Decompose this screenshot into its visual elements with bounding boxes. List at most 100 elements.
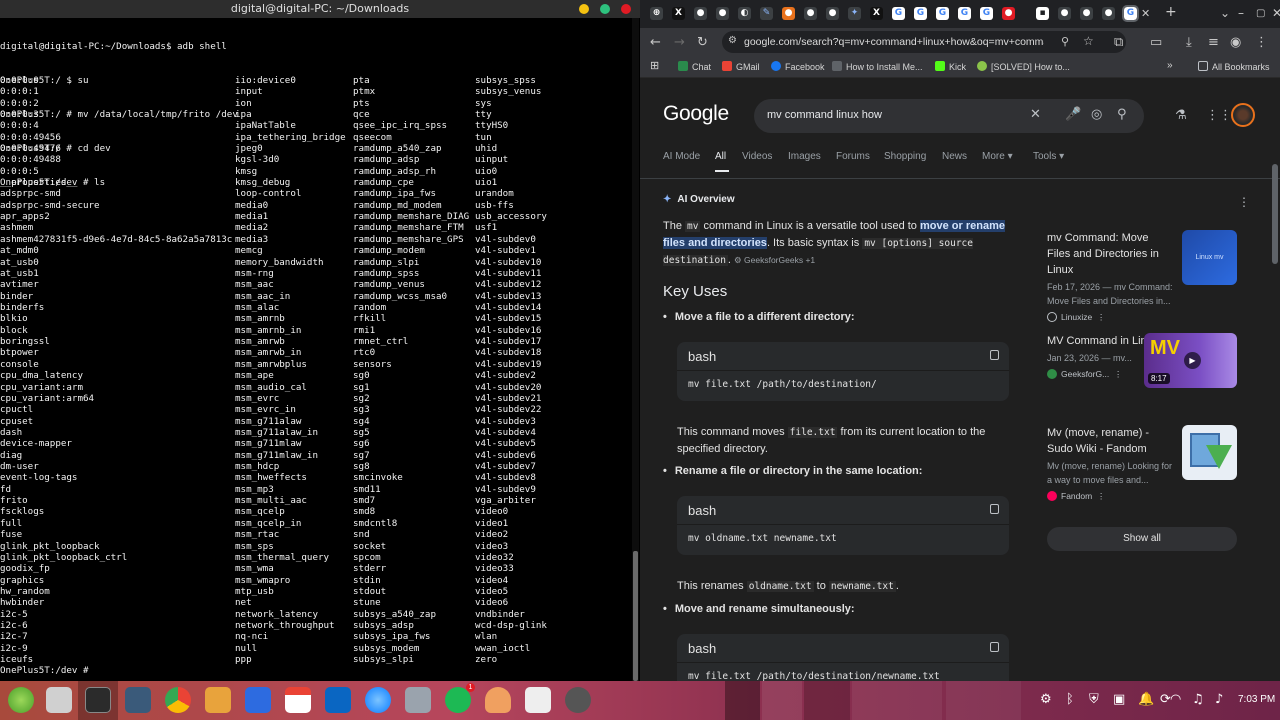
chrome-app-icon[interactable] bbox=[165, 687, 191, 713]
result-card[interactable]: mv Command: Move Files and Directories i… bbox=[1047, 230, 1237, 323]
tab-google-icon[interactable]: G bbox=[980, 7, 993, 20]
bluetooth-tray-icon[interactable]: ᛒ bbox=[1066, 692, 1074, 707]
tab-page-icon[interactable]: ▪ bbox=[1036, 7, 1049, 20]
folder-app-icon[interactable] bbox=[205, 687, 231, 713]
tab-x-icon[interactable]: X bbox=[870, 7, 883, 20]
result-title[interactable]: Mv (move, rename) - Sudo Wiki - Fandom bbox=[1047, 425, 1173, 457]
tab-github-icon[interactable]: ● bbox=[694, 7, 707, 20]
gmail-app-icon[interactable] bbox=[285, 687, 311, 713]
apps-icon[interactable]: ⊞ bbox=[650, 59, 659, 72]
lens-icon[interactable]: ◎ bbox=[1091, 107, 1102, 122]
video-thumbnail[interactable]: MV ▶ 8:17 bbox=[1144, 333, 1237, 388]
code-text[interactable]: mv file.txt /path/to/destination/newname… bbox=[688, 671, 940, 681]
extensions-icon[interactable]: ⧉ bbox=[1114, 35, 1123, 50]
reading-list-icon[interactable]: ≡ bbox=[1208, 35, 1219, 50]
maximize-button[interactable] bbox=[600, 4, 610, 14]
result-source[interactable]: Fandom ⋮ bbox=[1047, 491, 1237, 502]
reload-icon[interactable]: ↻ bbox=[697, 35, 708, 50]
cast-icon[interactable]: ▭ bbox=[1150, 35, 1162, 50]
clear-icon[interactable]: ✕ bbox=[1030, 107, 1041, 122]
document-app-icon[interactable] bbox=[525, 687, 551, 713]
tab-github-icon[interactable]: ● bbox=[1102, 7, 1115, 20]
result-source[interactable]: Linuxize ⋮ bbox=[1047, 312, 1237, 323]
search-icon[interactable]: ⚲ bbox=[1117, 107, 1127, 122]
terminal-app-icon[interactable] bbox=[85, 687, 111, 713]
chrome-menu-icon[interactable]: ⋮ bbox=[1255, 35, 1268, 50]
tab-more[interactable]: More ▾ bbox=[982, 151, 1013, 162]
tab-github-icon[interactable]: ● bbox=[1080, 7, 1093, 20]
shield-tray-icon[interactable]: ⛨ bbox=[1089, 692, 1099, 707]
download-icon[interactable]: ⤓ bbox=[1186, 35, 1192, 50]
tab-app-icon[interactable]: ● bbox=[782, 7, 795, 20]
tab-images[interactable]: Images bbox=[788, 151, 821, 162]
tab-shopping[interactable]: Shopping bbox=[884, 151, 926, 162]
wifi-tray-icon[interactable]: ◠ bbox=[1170, 692, 1181, 707]
microphone-icon[interactable]: 🎤 bbox=[1065, 107, 1081, 122]
back-icon[interactable]: ← bbox=[650, 35, 661, 50]
terminal-window[interactable]: digital@digital-PC: ~/Downloads digital@… bbox=[0, 0, 640, 681]
window-button[interactable] bbox=[946, 681, 1021, 720]
cup-app-icon[interactable] bbox=[485, 687, 511, 713]
copy-icon[interactable] bbox=[990, 350, 999, 360]
window-button[interactable] bbox=[725, 681, 760, 720]
profile-icon[interactable]: ◉ bbox=[1230, 35, 1241, 50]
timeshift-app-icon[interactable] bbox=[565, 687, 591, 713]
tab-app-icon[interactable]: ● bbox=[1002, 7, 1015, 20]
bookmark-facebook[interactable]: Facebook bbox=[771, 61, 825, 72]
tab-tools[interactable]: Tools ▾ bbox=[1033, 151, 1064, 162]
clock[interactable]: 7:03 PM bbox=[1238, 694, 1275, 705]
terminal-scrollbar[interactable] bbox=[632, 18, 639, 681]
result-thumbnail[interactable] bbox=[1182, 425, 1237, 480]
google-logo[interactable]: Google bbox=[663, 102, 729, 126]
bookmark-install[interactable]: How to Install Me... bbox=[832, 61, 923, 72]
show-all-button[interactable]: Show all bbox=[1047, 527, 1237, 551]
tab-search-icon[interactable]: ⌄ bbox=[1220, 6, 1230, 20]
tab-google-icon[interactable]: G bbox=[914, 7, 927, 20]
copy-icon[interactable] bbox=[990, 504, 999, 514]
tab-pen-icon[interactable]: ✎ bbox=[760, 7, 773, 20]
volume-tray-icon[interactable]: ♪ bbox=[1215, 692, 1223, 707]
tab-videos[interactable]: Videos bbox=[742, 151, 772, 162]
avatar[interactable] bbox=[1231, 103, 1255, 127]
window-button[interactable] bbox=[852, 681, 942, 720]
display-tray-icon[interactable]: ▣ bbox=[1113, 692, 1125, 707]
forward-icon[interactable]: → bbox=[674, 35, 685, 50]
result-title[interactable]: mv Command: Move Files and Directories i… bbox=[1047, 230, 1173, 278]
editor-app-icon[interactable] bbox=[325, 687, 351, 713]
source-chip[interactable]: ⚙ GeeksforGeeks +1 bbox=[734, 255, 815, 265]
tab-all[interactable]: All bbox=[715, 151, 726, 162]
result-card[interactable]: MV Command in Linux Jan 23, 2026 — mv...… bbox=[1047, 333, 1237, 388]
copy-icon[interactable] bbox=[990, 642, 999, 652]
tab-github-icon[interactable]: ● bbox=[716, 7, 729, 20]
all-bookmarks[interactable]: All Bookmarks bbox=[1198, 61, 1270, 72]
site-info-icon[interactable]: ⚙ bbox=[728, 35, 737, 46]
tab-google-icon[interactable]: G bbox=[892, 7, 905, 20]
address-bar[interactable]: ⚙ google.com/search?q=mv+command+linux+h… bbox=[722, 31, 1126, 53]
code-text[interactable]: mv file.txt /path/to/destination/ bbox=[688, 379, 877, 390]
tab-google-icon[interactable]: G bbox=[958, 7, 971, 20]
tab-github-icon[interactable]: ● bbox=[1058, 7, 1071, 20]
location-icon[interactable]: ⚲ bbox=[1061, 35, 1069, 48]
tab-google-icon[interactable]: G bbox=[936, 7, 949, 20]
messenger-app-icon[interactable] bbox=[365, 687, 391, 713]
close-window-icon[interactable]: ✕ bbox=[1272, 6, 1280, 20]
result-thumbnail[interactable]: Linux mv command bbox=[1182, 230, 1237, 285]
update-tray-icon[interactable]: ⚙ bbox=[1040, 692, 1052, 707]
overflow-chevron-icon[interactable]: » bbox=[1167, 60, 1173, 71]
tab-close-icon[interactable]: ✕ bbox=[1141, 7, 1150, 20]
monitor-app-icon[interactable] bbox=[125, 687, 151, 713]
play-icon[interactable]: ▶ bbox=[1184, 352, 1201, 369]
tab-generic-icon[interactable]: ◐ bbox=[738, 7, 751, 20]
window-button[interactable] bbox=[804, 681, 850, 720]
headphones-tray-icon[interactable]: ♫ bbox=[1192, 692, 1204, 707]
notifications-tray-icon[interactable]: 🔔 bbox=[1138, 692, 1154, 707]
result-card[interactable]: Mv (move, rename) - Sudo Wiki - Fandom M… bbox=[1047, 425, 1237, 502]
bookmark-gmail[interactable]: GMail bbox=[722, 61, 760, 72]
bookmark-star-icon[interactable]: ☆ bbox=[1083, 34, 1094, 48]
tab-github-icon[interactable]: ● bbox=[826, 7, 839, 20]
bookmark-chat[interactable]: Chat bbox=[678, 61, 711, 72]
apps-grid-icon[interactable]: ⋮⋮ bbox=[1206, 108, 1232, 123]
tab-star-icon[interactable]: ✦ bbox=[848, 7, 861, 20]
minimize-window-icon[interactable]: – bbox=[1238, 6, 1244, 20]
tools-app-icon[interactable] bbox=[405, 687, 431, 713]
